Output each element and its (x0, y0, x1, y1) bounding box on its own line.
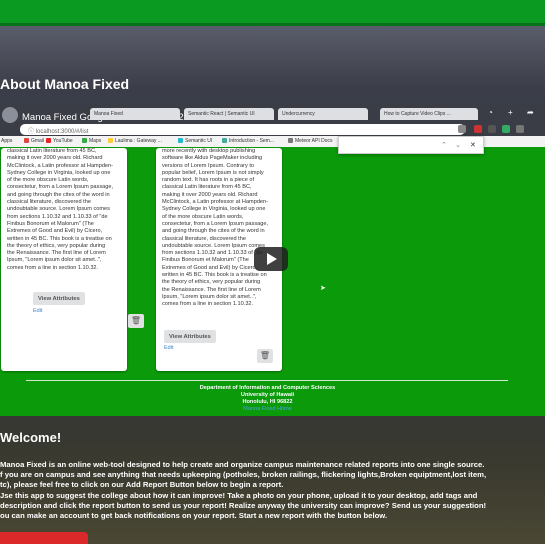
bookmark-intro: Introduction - Sem... (222, 138, 274, 144)
bookmark-youtube: YouTube (46, 138, 73, 144)
welcome-line: tc), please feel free to click on our Ad… (0, 480, 284, 490)
footer-university: University of Hawaii (240, 392, 295, 398)
browser-tab: Semantic React | Semantic UI (184, 108, 274, 120)
welcome-line: f you are on campus and see anything tha… (0, 470, 487, 480)
bookmark-maps: Maps (82, 138, 101, 144)
card-description: classical Latin literature from 45 BC, m… (7, 148, 114, 271)
welcome-line: description and click the report button … (0, 500, 487, 510)
bookmark-meteor: Meteor API Docs (288, 138, 333, 144)
trash-icon[interactable]: 🗑 (128, 314, 144, 328)
url-bar: ⓘ localhost:3000/#/list (20, 124, 465, 135)
close-icon: ✕ (470, 142, 476, 149)
footer-home-link[interactable]: Manoa Fixed Home (0, 406, 535, 412)
footer-city: Honolulu, HI 96822 (242, 399, 293, 405)
chevron-up-icon: ⌃ (441, 142, 447, 149)
view-attributes-button[interactable]: View Attributes (164, 330, 216, 343)
browser-tab: Undercurrency (278, 108, 368, 120)
add-icon: + (508, 108, 513, 117)
welcome-line: Manoa Fixed is an online web-tool design… (0, 460, 485, 469)
welcome-text: Manoa Fixed is an online web-tool design… (0, 460, 545, 521)
edit-link[interactable]: Edit (33, 308, 42, 314)
bookmark-semantic: Semantic UI (178, 138, 212, 144)
channel-avatar (2, 107, 18, 123)
chevron-down-icon: ⌄ (455, 142, 461, 149)
browser-tab: Manoa Fixed (90, 108, 180, 120)
extension-icon (516, 125, 524, 133)
browser-tab: How to Capture Video Clips ... (380, 108, 478, 120)
edit-link[interactable]: Edit (164, 345, 173, 351)
report-card: classical Latin literature from 45 BC, m… (1, 148, 144, 371)
embedded-video[interactable]: Manoa Fixed Google Chrome 2019 12 10 14 … (0, 104, 545, 416)
footer-divider (26, 380, 508, 381)
bookmark-gmail: Gmail (24, 138, 44, 144)
share-icon: ➦ (527, 108, 534, 117)
welcome-line: Jse this app to suggest the college abou… (0, 490, 478, 500)
video-header: Manoa Fixed Google Chrome 2019 12 10 14 … (0, 104, 545, 154)
top-navbar (0, 0, 545, 26)
card-description: more recently with desktop publishing so… (162, 148, 269, 308)
browser-tabstrip: Manoa Fixed Semantic React | Semantic UI… (60, 108, 480, 120)
about-heading: About Manoa Fixed (0, 76, 130, 92)
extension-icon (488, 125, 496, 133)
bookmark-laulima: Laulima : Gateway ... (108, 138, 162, 144)
add-report-button[interactable] (0, 532, 88, 544)
extension-icon (458, 125, 466, 133)
extension-icon (502, 125, 510, 133)
clock-icon: ◔ (488, 108, 493, 117)
trash-icon[interactable]: 🗑 (257, 349, 273, 363)
mouse-cursor-icon: ➤ (320, 285, 326, 292)
extension-icon (474, 125, 482, 133)
view-attributes-button[interactable]: View Attributes (33, 292, 85, 305)
welcome-line: ou can make an account to get back notif… (0, 511, 388, 521)
find-bar: ⌃ ⌄ ✕ (338, 136, 484, 154)
footer-dept: Department of Information and Computer S… (199, 385, 336, 391)
welcome-heading: Welcome! (0, 430, 62, 445)
play-icon[interactable] (254, 247, 288, 271)
bookmark-apps: Apps (1, 138, 13, 144)
